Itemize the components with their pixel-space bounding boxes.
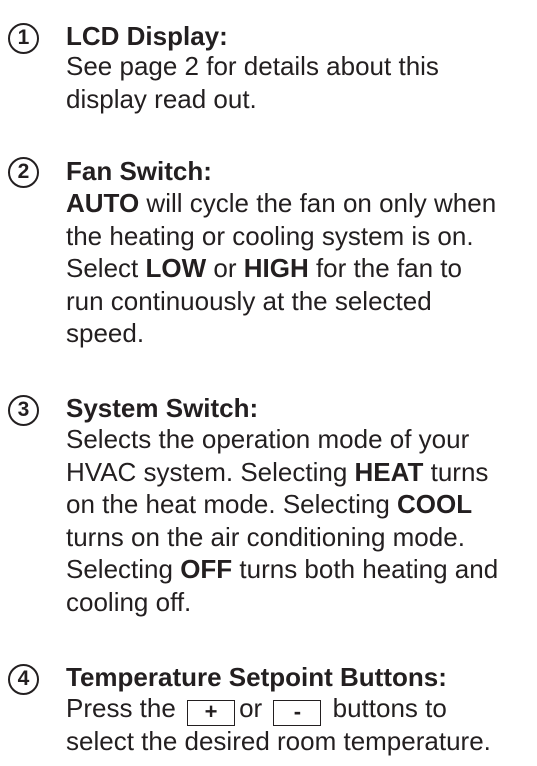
body-line: Select LOW or HIGH for the fan to <box>66 252 496 285</box>
plus-button-icon: + <box>187 700 236 726</box>
body-text-run: See page 2 for details about this <box>66 51 439 81</box>
item-body: Press the + or - buttons to select the des… <box>66 692 491 757</box>
item-title: Fan Switch: <box>66 156 212 186</box>
body-line: speed. <box>66 317 496 350</box>
body-text-run: turns both heating and <box>232 554 499 584</box>
bold-term: HEAT <box>354 456 424 487</box>
number-badge: 4 <box>8 664 39 695</box>
body-line: See page 2 for details about this <box>66 50 439 83</box>
body-text-run: Selects the operation mode of your <box>66 424 470 454</box>
body-line: run continuously at the selected <box>66 285 496 318</box>
minus-button-icon: - <box>273 700 322 726</box>
bold-term: LOW <box>145 253 207 283</box>
body-text-run: for the fan to <box>308 253 462 283</box>
body-text-run: or <box>239 693 270 723</box>
body-line: the heating or cooling system is on. <box>66 220 496 253</box>
body-line: AUTO will cycle the fan on only when <box>66 187 496 220</box>
number-badge: 1 <box>8 23 39 54</box>
body-text-run: select the desired room temperature. <box>66 725 491 756</box>
body-line: select the desired room temperature. <box>66 725 491 758</box>
body-text-run: the heating or cooling system is on. <box>66 220 474 251</box>
body-line: turns on the air conditioning mode. <box>66 521 498 554</box>
body-text-run: turns on the air conditioning mode. <box>66 521 465 552</box>
body-line: Press the + or - buttons to <box>66 692 491 726</box>
body-text-run: will cycle the fan on only when <box>139 188 497 218</box>
item-title: Temperature Setpoint Buttons: <box>66 662 447 692</box>
body-line: Selecting OFF turns both heating and <box>66 553 498 586</box>
item-body: See page 2 for details about this display… <box>66 50 439 115</box>
body-line: cooling off. <box>66 586 498 619</box>
body-text-run: Selecting <box>66 554 181 584</box>
body-text-run: buttons to <box>325 693 447 723</box>
body-line: on the heat mode. Selecting COOL <box>66 488 498 521</box>
body-line: display read out. <box>66 83 439 116</box>
body-text-run: cooling off. <box>66 586 192 617</box>
number-badge: 3 <box>8 395 39 426</box>
item-body: AUTO will cycle the fan on only when the … <box>66 187 496 350</box>
bold-term: COOL <box>397 489 473 519</box>
number-badge: 2 <box>8 157 39 188</box>
item-title: LCD Display: <box>66 21 228 51</box>
body-text-run: run continuously at the selected <box>66 285 432 316</box>
bold-term: HIGH <box>243 253 309 283</box>
bold-term: AUTO <box>66 188 140 218</box>
item-body: Selects the operation mode of your HVAC s… <box>66 423 498 618</box>
body-text-run: on the heat mode. Selecting <box>66 489 398 519</box>
body-text-run: speed. <box>66 318 145 348</box>
body-text-run: Press the <box>66 693 184 723</box>
bold-term: OFF <box>180 554 233 584</box>
body-text-run: Select <box>66 253 146 283</box>
body-text-run: or <box>206 253 244 283</box>
body-line: HVAC system. Selecting HEAT turns <box>66 456 498 489</box>
body-text-run: display read out. <box>66 83 257 114</box>
body-line: Selects the operation mode of your <box>66 423 498 456</box>
item-title: System Switch: <box>66 393 259 423</box>
body-text-run: turns <box>423 456 489 487</box>
body-text-run: HVAC system. Selecting <box>66 456 355 487</box>
